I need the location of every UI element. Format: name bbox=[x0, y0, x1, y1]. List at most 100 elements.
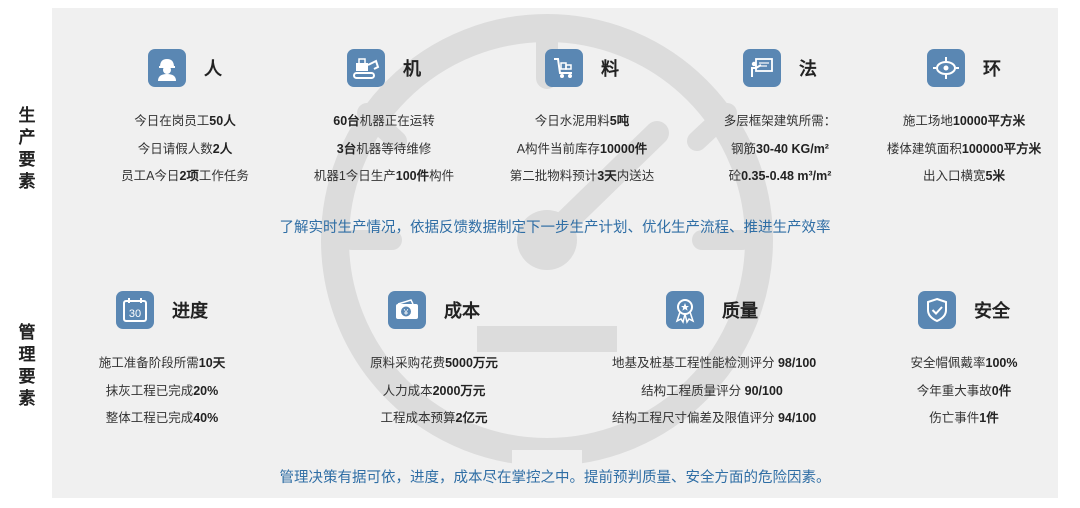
item-title: 人 bbox=[204, 59, 222, 79]
side-char: 管 bbox=[18, 323, 36, 342]
stat-label: 伤亡事件 bbox=[929, 411, 980, 425]
stat-value: 50人 bbox=[209, 114, 236, 128]
item-title: 成本 bbox=[444, 301, 480, 321]
stat-label: 楼体建筑面积 bbox=[886, 141, 962, 156]
item-title: 质量 bbox=[722, 301, 758, 321]
stat-label: 抹灰工程已完成 bbox=[105, 383, 194, 398]
svg-text:¥: ¥ bbox=[403, 308, 409, 317]
stat-value: 10000平方米 bbox=[952, 114, 1026, 128]
stat-line: 地基及桩基工程性能检测评分 98/100 bbox=[612, 350, 816, 378]
stat-line: 60台机器正在运转 bbox=[284, 108, 484, 136]
stat-label: 工作任务 bbox=[198, 169, 249, 183]
stat-label: 地基及桩基工程性能检测评分 bbox=[612, 356, 778, 370]
stat-line: 员工A今日2项工作任务 bbox=[85, 163, 285, 191]
stat-label: 施工场地 bbox=[902, 114, 953, 128]
item-lines: 地基及桩基工程性能检测评分 98/100 结构工程质量评分 90/100 结构工程尺… bbox=[612, 350, 816, 433]
stat-value: 5000万元 bbox=[445, 356, 498, 370]
stat-label: 今日在岗员工 bbox=[134, 114, 210, 128]
stat-label: 施工准备阶段所需 bbox=[98, 356, 199, 370]
stat-label: 第二批物料预计 bbox=[509, 169, 598, 183]
stat-line: 伤亡事件1件 bbox=[864, 405, 1064, 433]
item-lines: 多层框架建筑所需： 钢筋30-40 KG/m² 砼0.35-0.48 m³/m² bbox=[680, 108, 880, 191]
stat-value: 2000万元 bbox=[432, 383, 486, 398]
stat-line: 安全帽佩戴率100% bbox=[864, 350, 1064, 378]
stat-value: 3天 bbox=[597, 169, 617, 183]
stat-value: 2项 bbox=[179, 169, 199, 183]
side-label-production: 生 产 要 素 bbox=[14, 105, 40, 193]
production-item-environment: 环 施工场地10000平方米 楼体建筑面积100000平方米 出入口横宽5米 bbox=[864, 46, 1064, 191]
stat-line: 第二批物料预计3天内送达 bbox=[482, 163, 682, 191]
production-item-machine: 机 60台机器正在运转 3台机器等待维修 机器1今日生产100件构件 bbox=[284, 46, 484, 191]
stat-label: 出入口横宽 bbox=[923, 169, 986, 183]
stat-value: 5米 bbox=[985, 169, 1005, 183]
production-item-method: 法 多层框架建筑所需： 钢筋30-40 KG/m² 砼0.35-0.48 m³/m² bbox=[680, 46, 880, 191]
quality-medal-icon bbox=[666, 291, 704, 329]
stat-line: 3台机器等待维修 bbox=[284, 136, 484, 164]
stat-value: 0.35-0.48 m³/m² bbox=[741, 169, 832, 183]
side-label-management: 管 理 要 素 bbox=[14, 322, 40, 410]
stat-line: 施工准备阶段所需10天 bbox=[62, 350, 262, 378]
side-char: 生 bbox=[18, 106, 36, 125]
stat-value: 20% bbox=[193, 383, 219, 398]
item-lines: 原料采购花费5000万元 人力成本2000万元 工程成本预算2亿元 bbox=[334, 350, 534, 433]
calendar-icon: 30 bbox=[116, 291, 154, 329]
wallet-yen-icon: ¥ bbox=[388, 291, 426, 329]
item-title: 安全 bbox=[974, 301, 1010, 321]
stat-line: 钢筋30-40 KG/m² bbox=[680, 136, 880, 164]
stat-value: 40% bbox=[193, 411, 219, 425]
stat-label: 人力成本 bbox=[382, 383, 433, 398]
stat-label: 内送达 bbox=[616, 169, 655, 183]
stat-line: 多层框架建筑所需： bbox=[680, 108, 880, 136]
stat-label: 员工A今日 bbox=[121, 169, 180, 183]
stat-value: 98/100 bbox=[777, 356, 817, 370]
stat-line: 砼0.35-0.48 m³/m² bbox=[680, 163, 880, 191]
stat-value: 5吨 bbox=[609, 114, 630, 128]
item-title: 进度 bbox=[172, 301, 208, 321]
stat-label: 机器等待维修 bbox=[356, 141, 432, 156]
stat-label: 砼 bbox=[728, 169, 742, 183]
item-title: 法 bbox=[799, 59, 817, 79]
material-cart-icon bbox=[545, 49, 583, 87]
stat-label: 钢筋 bbox=[731, 141, 757, 156]
stat-label: 结构工程尺寸偏差及限值评分 bbox=[612, 411, 778, 425]
stat-value: 60台 bbox=[333, 114, 360, 128]
stat-line: 机器1今日生产100件构件 bbox=[284, 163, 484, 191]
stat-line: 结构工程质量评分 90/100 bbox=[612, 378, 812, 406]
stat-value: 3台 bbox=[336, 141, 357, 156]
stat-line: 结构工程尺寸偏差及限值评分 94/100 bbox=[612, 405, 816, 433]
item-lines: 安全帽佩戴率100% 今年重大事故0件伤亡事件1件 bbox=[864, 350, 1064, 433]
stat-label: 原料采购花费 bbox=[370, 356, 446, 370]
stat-label: 今日水泥用料 bbox=[534, 114, 610, 128]
stat-value: 100% bbox=[985, 356, 1018, 370]
stat-value: 100件 bbox=[395, 169, 430, 183]
stat-line: A构件当前库存10000件 bbox=[482, 136, 682, 164]
side-char: 产 bbox=[18, 128, 36, 147]
stat-value: 10000件 bbox=[600, 141, 648, 156]
stat-line: 整体工程已完成40% bbox=[62, 405, 262, 433]
stat-label: 今年重大事故 bbox=[916, 383, 992, 398]
stat-value: 100000平方米 bbox=[961, 141, 1042, 156]
item-lines: 今日水泥用料5吨 A构件当前库存10000件 第二批物料预计3天内送达 bbox=[482, 108, 682, 191]
stat-line: 原料采购花费5000万元 bbox=[334, 350, 534, 378]
side-char: 素 bbox=[18, 389, 36, 408]
production-item-people: 人 今日在岗员工50人 今日请假人数2人 员工A今日2项工作任务 bbox=[85, 46, 285, 191]
item-lines: 60台机器正在运转 3台机器等待维修 机器1今日生产100件构件 bbox=[284, 108, 484, 191]
stat-line: 楼体建筑面积100000平方米 bbox=[864, 136, 1064, 164]
environment-target-icon bbox=[927, 49, 965, 87]
machine-icon bbox=[347, 49, 385, 87]
item-lines: 施工场地10000平方米楼体建筑面积100000平方米出入口横宽5米 bbox=[864, 108, 1064, 191]
stat-label: 安全帽佩戴率 bbox=[910, 356, 986, 370]
item-title: 料 bbox=[601, 59, 619, 79]
stat-line: 工程成本预算2亿元 bbox=[334, 405, 534, 433]
item-lines: 今日在岗员工50人 今日请假人数2人 员工A今日2项工作任务 bbox=[85, 108, 285, 191]
stat-line: 抹灰工程已完成20% bbox=[62, 378, 262, 406]
side-char: 理 bbox=[18, 345, 36, 364]
stat-value: 10天 bbox=[198, 356, 226, 370]
stat-line: 今日在岗员工50人 bbox=[85, 108, 285, 136]
content-panel: 人 今日在岗员工50人 今日请假人数2人 员工A今日2项工作任务 机 60台机器正在… bbox=[52, 8, 1058, 498]
presentation-board-icon bbox=[743, 49, 781, 87]
stat-value: 0件 bbox=[991, 383, 1012, 398]
stat-label: 工程成本预算 bbox=[380, 411, 456, 425]
stat-label: 机器正在运转 bbox=[359, 114, 435, 128]
side-char: 要 bbox=[18, 150, 36, 169]
